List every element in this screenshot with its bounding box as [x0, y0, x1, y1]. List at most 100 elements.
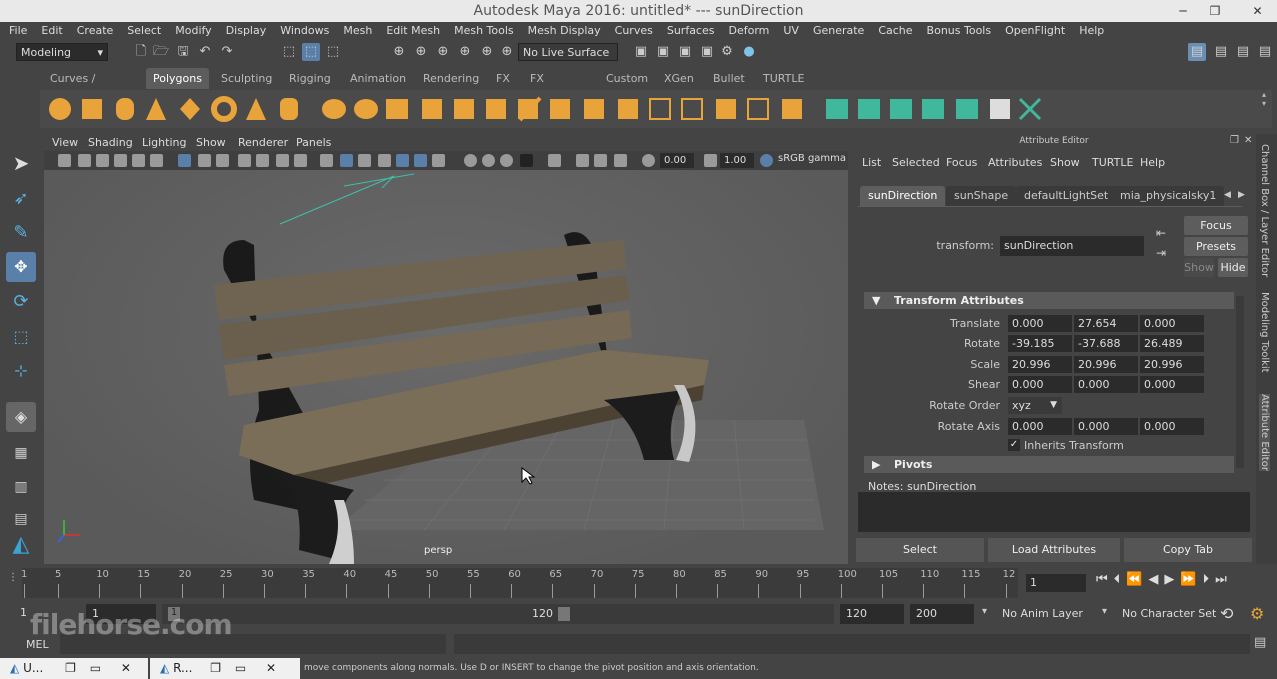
range-end-handle[interactable] [558, 607, 570, 621]
shelf-tab-fx[interactable]: FX [489, 68, 517, 89]
ae-tab-mia-physicalsky[interactable]: mia_physicalsky1 [1112, 186, 1225, 206]
shelf-tab-animation[interactable]: Animation [343, 68, 413, 89]
smooth-icon[interactable] [422, 99, 442, 119]
gamma-field[interactable]: 1.00 [720, 153, 754, 168]
exposure-field[interactable]: 0.00 [660, 153, 694, 168]
rotate-y-field[interactable]: -37.688 [1074, 335, 1138, 352]
shelf-tab-sculpting[interactable]: Sculpting [214, 68, 279, 89]
gate-mask-icon[interactable] [238, 154, 251, 167]
scale-tool-icon[interactable]: ⬚ [6, 322, 36, 352]
go-to-end-icon[interactable]: ⏭ [1215, 572, 1233, 587]
textured-icon[interactable] [396, 154, 409, 167]
wireframe-on-shaded-icon[interactable] [358, 154, 371, 167]
translate-z-field[interactable]: 0.000 [1140, 315, 1204, 332]
menu-bonus-tools[interactable]: Bonus Tools [920, 22, 999, 40]
close-icon[interactable]: ✕ [121, 661, 131, 675]
ae-menu-focus[interactable]: Focus [946, 156, 977, 169]
combine-icon[interactable] [322, 99, 346, 119]
grab-icon[interactable] [890, 99, 912, 119]
ae-tab-sundirection[interactable]: sunDirection [860, 186, 946, 206]
step-forward-icon[interactable]: ⏵ [1203, 572, 1216, 587]
motion-blur-icon[interactable] [482, 154, 495, 167]
extrude-icon[interactable] [454, 99, 474, 119]
camera-attributes-icon[interactable] [78, 154, 91, 167]
viewport-menu-renderer[interactable]: Renderer [238, 136, 288, 149]
translate-y-field[interactable]: 27.654 [1074, 315, 1138, 332]
snap-surface-icon[interactable]: ⊕ [478, 43, 496, 61]
menu-windows[interactable]: Windows [273, 22, 336, 40]
menu-mesh-display[interactable]: Mesh Display [521, 22, 608, 40]
field-chart-icon[interactable] [256, 154, 269, 167]
menu-mesh-tools[interactable]: Mesh Tools [447, 22, 521, 40]
time-slider-track[interactable]: 1 5 10 15 20 25 30 35 40 45 50 55 60 65 70 75 80 85 90 95 10… [21, 568, 1018, 598]
uv-layout-icon[interactable] [747, 98, 769, 120]
quad-draw-icon[interactable] [618, 99, 638, 119]
viewport-menu-panels[interactable]: Panels [296, 136, 331, 149]
menu-help[interactable]: Help [1072, 22, 1111, 40]
ipr-render-icon[interactable]: ▣ [676, 43, 694, 61]
poly-pyramid-icon[interactable] [246, 98, 266, 120]
go-to-input-icon[interactable]: ⇤ [1156, 226, 1166, 240]
side-tab-attribute-editor[interactable]: Attribute Editor [1259, 394, 1270, 471]
load-attributes-button[interactable]: Load Attributes [988, 538, 1120, 562]
focus-button[interactable]: Focus [1184, 216, 1248, 235]
menu-select[interactable]: Select [120, 22, 168, 40]
paint-weights-icon[interactable] [826, 99, 848, 119]
poly-cylinder-icon[interactable] [116, 98, 134, 120]
close-panel-icon[interactable]: ✕ [1244, 135, 1252, 146]
checker-icon[interactable] [990, 99, 1010, 119]
taskbar-item-1[interactable]: ◭ U... ❐ ▭ ✕ [0, 658, 148, 679]
chevron-down-icon[interactable]: ▾ [1102, 606, 1107, 617]
restore-button[interactable]: ❐ [1200, 0, 1230, 22]
side-tab-modeling-toolkit[interactable]: Modeling Toolkit [1259, 292, 1270, 373]
maximize-icon[interactable]: ▭ [90, 661, 101, 675]
step-forward-key-icon[interactable]: ⏩ [1180, 572, 1202, 587]
play-backward-icon[interactable]: ◀ [1148, 572, 1164, 587]
menu-surfaces[interactable]: Surfaces [660, 22, 722, 40]
minimize-button[interactable]: ─ [1168, 0, 1198, 22]
close-icon[interactable]: ✕ [266, 661, 276, 675]
exposure-icon[interactable] [642, 154, 655, 167]
ae-menu-list[interactable]: List [862, 156, 881, 169]
shelf-tab-xgen[interactable]: XGen [657, 68, 701, 89]
mode-dropdown[interactable]: Modeling ▾ [16, 43, 108, 61]
shelf-tab-rendering[interactable]: Rendering [416, 68, 486, 89]
menu-openflight[interactable]: OpenFlight [998, 22, 1072, 40]
directional-light-icon[interactable] [279, 173, 415, 225]
auto-key-icon[interactable]: ⟲ [1220, 604, 1233, 623]
inherits-transform-checkbox[interactable]: ✓ [1008, 439, 1020, 451]
close-button[interactable]: ✕ [1238, 0, 1277, 22]
poly-torus-icon[interactable] [211, 96, 237, 122]
menu-generate[interactable]: Generate [806, 22, 871, 40]
ae-menu-turtle[interactable]: TURTLE [1092, 156, 1133, 169]
mirror-icon[interactable] [386, 99, 408, 119]
two-d-pan-icon[interactable] [132, 154, 145, 167]
auto-map-icon[interactable] [716, 99, 736, 119]
new-scene-icon[interactable]: 🗋 [132, 43, 150, 61]
shear-xy-field[interactable]: 0.000 [1008, 376, 1072, 393]
presets-button[interactable]: Presets [1184, 237, 1248, 256]
show-button[interactable]: Show [1184, 258, 1214, 277]
ae-menu-show[interactable]: Show [1050, 156, 1080, 169]
taskbar-item-2[interactable]: ◭ R... ❐ ▭ ✕ [150, 658, 300, 679]
shelf-tab-bullet[interactable]: Bullet [706, 68, 752, 89]
transform-attributes-section[interactable]: ▼ Transform Attributes [864, 292, 1234, 309]
save-scene-icon[interactable]: 🖫 [174, 43, 192, 61]
maximize-icon[interactable]: ▭ [235, 661, 246, 675]
separate-icon[interactable] [354, 99, 378, 119]
snap-curve-icon[interactable]: ⊕ [412, 43, 430, 61]
render-settings-icon[interactable]: ⚙ [718, 43, 736, 61]
image-plane-icon[interactable] [114, 154, 127, 167]
open-scene-icon[interactable]: 🗁 [152, 43, 170, 61]
start-time-field[interactable]: 1 [20, 606, 27, 619]
render-frame-icon[interactable]: ▣ [632, 43, 650, 61]
step-back-key-icon[interactable]: ⏪ [1126, 572, 1148, 587]
select-tool-icon[interactable]: ➤ [6, 148, 36, 178]
poly-plane-icon[interactable] [180, 98, 200, 120]
screen-space-ao-icon[interactable] [464, 154, 477, 167]
single-pane-icon[interactable]: ◈ [6, 402, 36, 432]
viewport-menu-show[interactable]: Show [196, 136, 226, 149]
redo-icon[interactable]: ↷ [218, 43, 236, 61]
scale-y-field[interactable]: 20.996 [1074, 356, 1138, 373]
end-time-field[interactable]: 200 [910, 604, 974, 624]
